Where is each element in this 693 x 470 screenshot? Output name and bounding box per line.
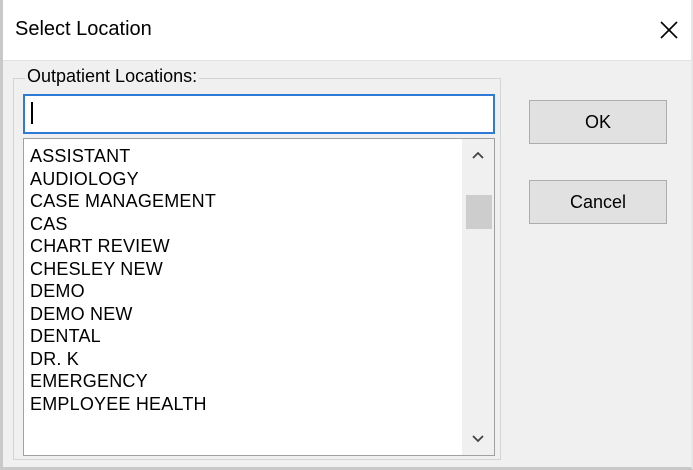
list-item[interactable]: DR. K bbox=[30, 348, 460, 371]
list-item[interactable]: CASE MANAGEMENT bbox=[30, 190, 460, 213]
location-search-input[interactable] bbox=[23, 94, 495, 134]
locations-listbox[interactable]: ASSISTANT AUDIOLOGY CASE MANAGEMENT CAS CHAR… bbox=[23, 138, 495, 456]
listbox-scrollbar[interactable] bbox=[462, 139, 494, 455]
list-item[interactable]: ASSISTANT bbox=[30, 145, 460, 168]
list-item[interactable]: CHART REVIEW bbox=[30, 235, 460, 258]
scroll-down-button[interactable] bbox=[462, 425, 494, 453]
list-item[interactable]: CHESLEY NEW bbox=[30, 258, 460, 281]
list-item[interactable]: EMPLOYEE HEALTH bbox=[30, 393, 460, 416]
ok-button[interactable]: OK bbox=[529, 100, 667, 144]
locations-list: ASSISTANT AUDIOLOGY CASE MANAGEMENT CAS CHAR… bbox=[30, 145, 460, 415]
text-caret bbox=[31, 102, 33, 124]
title-bar: Select Location bbox=[3, 0, 691, 61]
cancel-button[interactable]: Cancel bbox=[529, 180, 667, 224]
window-title: Select Location bbox=[15, 18, 152, 40]
group-label: Outpatient Locations: bbox=[25, 66, 200, 87]
chevron-down-icon bbox=[472, 435, 484, 443]
list-item[interactable]: CAS bbox=[30, 213, 460, 236]
scroll-up-button[interactable] bbox=[462, 141, 494, 169]
list-item[interactable]: DEMO bbox=[30, 280, 460, 303]
select-location-dialog: Select Location Outpatient Locations: AS… bbox=[0, 0, 693, 470]
close-icon bbox=[660, 21, 678, 39]
list-item[interactable]: AUDIOLOGY bbox=[30, 168, 460, 191]
list-item[interactable]: DENTAL bbox=[30, 325, 460, 348]
list-item[interactable]: DEMO NEW bbox=[30, 303, 460, 326]
scroll-thumb[interactable] bbox=[466, 195, 492, 229]
chevron-up-icon bbox=[472, 151, 484, 159]
close-button[interactable] bbox=[651, 10, 687, 50]
list-item[interactable]: EMERGENCY bbox=[30, 370, 460, 393]
